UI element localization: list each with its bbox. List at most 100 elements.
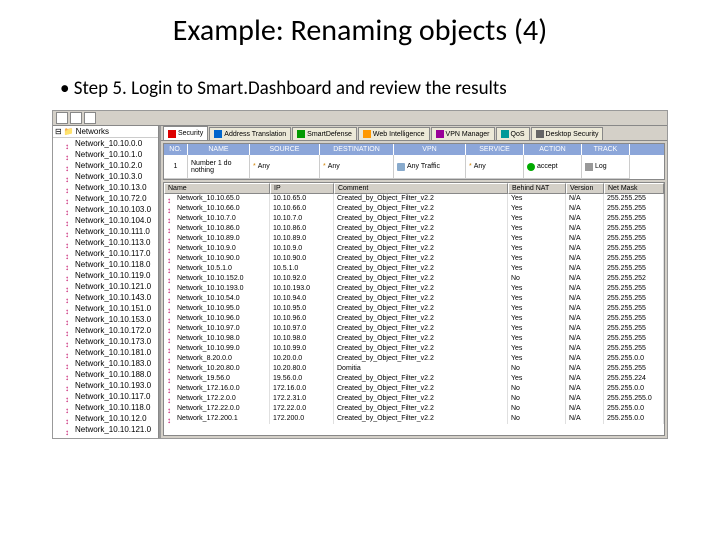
tree-item[interactable]: Network_10.10.103.0 xyxy=(53,204,158,215)
tree-item[interactable]: Network_10.10.13.0 xyxy=(53,182,158,193)
gcol-version[interactable]: Version xyxy=(566,183,604,194)
tree-item[interactable]: Network_10.10.0.0 xyxy=(53,138,158,149)
tree-item[interactable]: Network_10.10.117.0 xyxy=(53,391,158,402)
tree-item[interactable]: Network_10.10.172.0 xyxy=(53,325,158,336)
tab-label: Address Translation xyxy=(224,131,286,138)
tree-item[interactable]: Network_10.10.119.0 xyxy=(53,270,158,281)
gcol-nat[interactable]: Behind NAT xyxy=(508,183,566,194)
tree-header[interactable]: ⊟ 📁 Networks xyxy=(53,126,158,138)
tab-address-translation[interactable]: Address Translation xyxy=(209,127,291,140)
tab-qos[interactable]: QoS xyxy=(496,127,530,140)
cell-ip: 10.10.94.0 xyxy=(270,294,334,304)
grid-row[interactable]: Network_10.10.98.010.10.98.0Created_by_O… xyxy=(164,334,664,344)
tool-icon[interactable] xyxy=(70,112,82,124)
tree-item-label: Network_10.10.121.0 xyxy=(75,281,151,292)
tree-item[interactable]: Network_10.10.153.0 xyxy=(53,314,158,325)
rule-vpn[interactable]: Any Traffic xyxy=(394,155,466,179)
cell-name: Network_10.10.152.0 xyxy=(177,274,244,284)
tree-item[interactable]: Network_10.10.1.0 xyxy=(53,149,158,160)
grid-row[interactable]: Network_10.10.99.010.10.99.0Created_by_O… xyxy=(164,344,664,354)
tab-web-intelligence[interactable]: Web Intelligence xyxy=(358,127,430,140)
any-icon: * xyxy=(469,163,472,170)
network-icon xyxy=(65,405,73,411)
grid-row[interactable]: Network_10.10.89.010.10.89.0Created_by_O… xyxy=(164,234,664,244)
grid-row[interactable]: Network_10.10.152.010.10.92.0Created_by_… xyxy=(164,274,664,284)
gcol-comment[interactable]: Comment xyxy=(334,183,508,194)
tree-item[interactable]: Network_10.10.104.0 xyxy=(53,215,158,226)
grid-row[interactable]: Network_10.10.97.010.10.97.0Created_by_O… xyxy=(164,324,664,334)
tree-item[interactable]: Network_10.10.181.0 xyxy=(53,347,158,358)
tree-item[interactable]: Network_10.10.183.0 xyxy=(53,358,158,369)
network-icon xyxy=(167,376,175,382)
grid-row[interactable]: Network_10.10.54.010.10.94.0Created_by_O… xyxy=(164,294,664,304)
cell-name: Network_8.20.0.0 xyxy=(177,354,232,364)
tree-item[interactable]: Network_10.10.121.0 xyxy=(53,424,158,435)
gcol-mask[interactable]: Net Mask xyxy=(604,183,664,194)
rule-action[interactable]: accept xyxy=(524,155,582,179)
grid-row[interactable]: Network_10.10.9.010.10.9.0Created_by_Obj… xyxy=(164,244,664,254)
tool-icon[interactable] xyxy=(84,112,96,124)
tree-item[interactable]: Network_10.10.151.0 xyxy=(53,303,158,314)
cell-ip: 172.22.0.0 xyxy=(270,404,334,414)
grid-row[interactable]: Network_172.16.0.0172.16.0.0Created_by_O… xyxy=(164,384,664,394)
tree-item[interactable]: Network_10.10.3.0 xyxy=(53,171,158,182)
rule-destination[interactable]: *Any xyxy=(320,155,394,179)
cell-mask: 255.255.0.0 xyxy=(604,354,664,364)
cell-comment: Created_by_Object_Filter_v2.2 xyxy=(334,404,508,414)
grid-row[interactable]: Network_10.10.95.010.10.95.0Created_by_O… xyxy=(164,304,664,314)
tree-item[interactable]: Network_10.10.2.0 xyxy=(53,160,158,171)
grid-row[interactable]: Network_19.56.019.56.0.0Created_by_Objec… xyxy=(164,374,664,384)
tree-item-label: Network_10.10.118.0 xyxy=(75,402,150,413)
cell-version: N/A xyxy=(566,244,604,254)
tree-item[interactable]: Network_10.10.113.0 xyxy=(53,237,158,248)
grid-row[interactable]: Network_10.10.193.010.10.193.0Created_by… xyxy=(164,284,664,294)
tab-desktop-security[interactable]: Desktop Security xyxy=(531,127,604,140)
grid-row[interactable]: Network_8.20.0.010.20.0.0Created_by_Obje… xyxy=(164,354,664,364)
tree-item[interactable]: Network_10.10.111.0 xyxy=(53,226,158,237)
rule-track[interactable]: Log xyxy=(582,155,630,179)
collapse-icon[interactable]: ⊟ xyxy=(55,127,62,136)
rule-source[interactable]: *Any xyxy=(250,155,320,179)
rule-row[interactable]: 1 Number 1 do nothing *Any *Any Any Traf… xyxy=(164,155,664,179)
grid-row[interactable]: Network_10.10.65.010.10.65.0Created_by_O… xyxy=(164,194,664,204)
cell-comment: Domitia xyxy=(334,364,508,374)
network-icon xyxy=(167,246,175,252)
cell-comment: Created_by_Object_Filter_v2.2 xyxy=(334,264,508,274)
cell-version: N/A xyxy=(566,204,604,214)
gcol-name[interactable]: Name xyxy=(164,183,270,194)
grid-row[interactable]: Network_10.10.96.010.10.96.0Created_by_O… xyxy=(164,314,664,324)
cell-comment: Created_by_Object_Filter_v2.2 xyxy=(334,204,508,214)
rule-service[interactable]: *Any xyxy=(466,155,524,179)
tool-icon[interactable] xyxy=(56,112,68,124)
tree-item[interactable]: Network_10.10.118.0 xyxy=(53,402,158,413)
tree-item[interactable]: Network_10.10.117.0 xyxy=(53,248,158,259)
col-no: NO. xyxy=(164,144,188,155)
tree-item[interactable]: Network_10.10.173.0 xyxy=(53,336,158,347)
tree-item[interactable]: Network_10.10.118.0 xyxy=(53,259,158,270)
tree-item[interactable]: Network_10.10.72.0 xyxy=(53,193,158,204)
grid-row[interactable]: Network_172.2.0.0172.2.31.0Created_by_Ob… xyxy=(164,394,664,404)
gcol-ip[interactable]: IP xyxy=(270,183,334,194)
grid-row[interactable]: Network_10.10.66.010.10.66.0Created_by_O… xyxy=(164,204,664,214)
cell-name: Network_10.5.1.0 xyxy=(177,264,232,274)
tab-smartdefense[interactable]: SmartDefense xyxy=(292,127,357,140)
grid-row[interactable]: Network_172.22.0.0172.22.0.0Created_by_O… xyxy=(164,404,664,414)
grid-row[interactable]: Network_10.10.7.010.10.7.0Created_by_Obj… xyxy=(164,214,664,224)
tree-item[interactable]: Network_10.10.143.0 xyxy=(53,292,158,303)
tree-item[interactable]: Network_10.10.12.0 xyxy=(53,413,158,424)
network-icon xyxy=(167,296,175,302)
slide-title: Example: Renaming objects (4) xyxy=(40,12,680,49)
grid-row[interactable]: Network_10.20.80.010.20.80.0DomitiaNoN/A… xyxy=(164,364,664,374)
tree-item[interactable]: Network_10.10.121.0 xyxy=(53,281,158,292)
tab-vpn-manager[interactable]: VPN Manager xyxy=(431,127,495,140)
grid-row[interactable]: Network_172.200.1172.200.0Created_by_Obj… xyxy=(164,414,664,424)
tree-item[interactable]: Network_10.10.188.0 xyxy=(53,369,158,380)
grid-row[interactable]: Network_10.10.90.010.10.90.0Created_by_O… xyxy=(164,254,664,264)
tree-item[interactable]: Network_10.10.193.0 xyxy=(53,380,158,391)
tab-security[interactable]: Security xyxy=(163,126,208,140)
grid-row[interactable]: Network_10.10.86.010.10.86.0Created_by_O… xyxy=(164,224,664,234)
cell-nat: Yes xyxy=(508,214,566,224)
grid-row[interactable]: Network_10.5.1.010.5.1.0Created_by_Objec… xyxy=(164,264,664,274)
cell-version: N/A xyxy=(566,334,604,344)
rule-name: Number 1 do nothing xyxy=(188,155,250,179)
